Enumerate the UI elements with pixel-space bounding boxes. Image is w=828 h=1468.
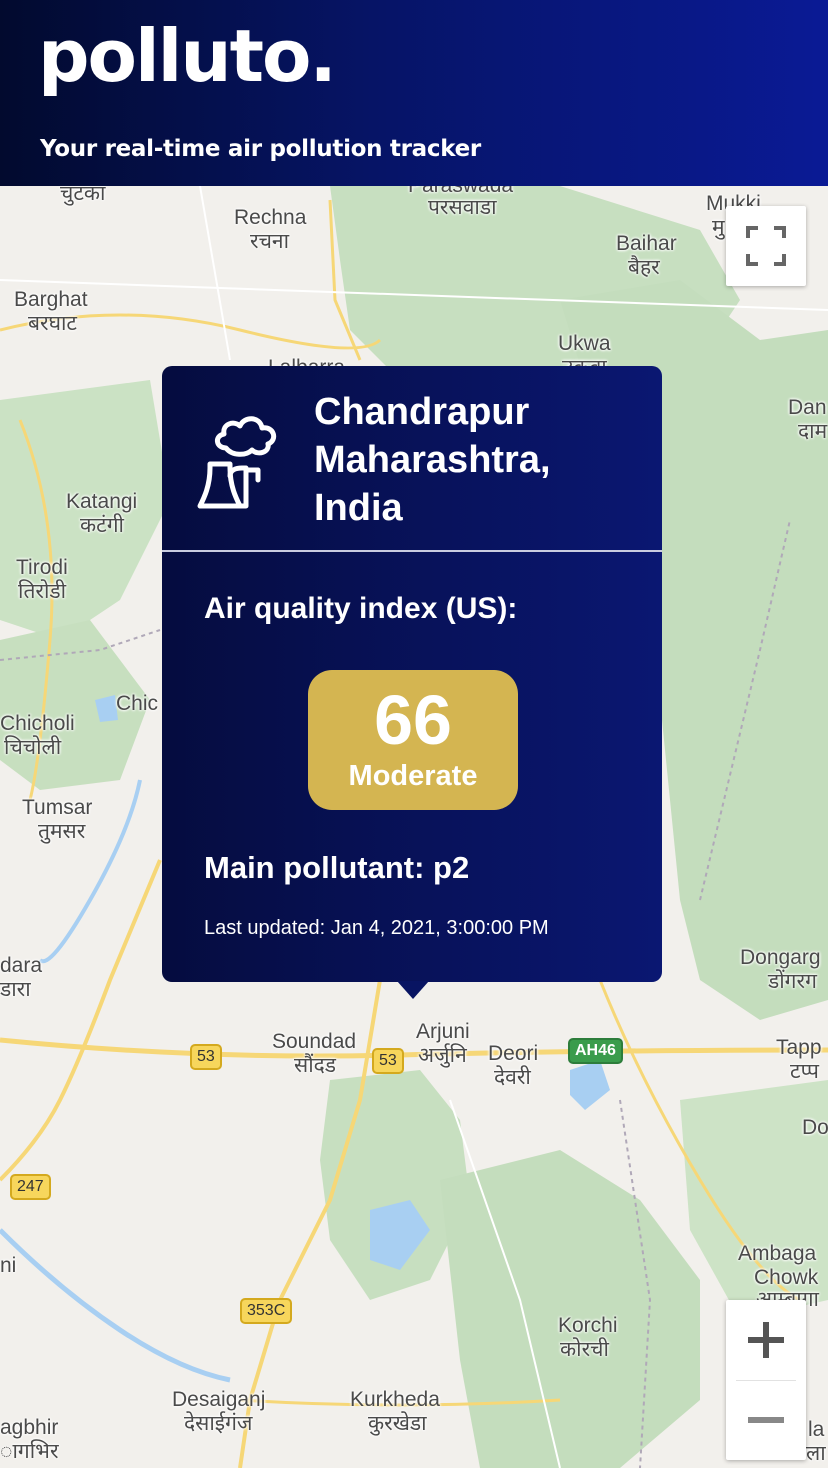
aqi-label: Air quality index (US): <box>204 592 518 625</box>
fullscreen-button[interactable] <box>726 206 806 286</box>
main-pollutant: Main pollutant: p2 <box>204 850 470 885</box>
map-label: कुरखेडा <box>368 1412 427 1435</box>
popup-pointer <box>397 981 429 999</box>
map-label: देसाईगंज <box>184 1412 253 1435</box>
zoom-out-button[interactable] <box>726 1381 806 1461</box>
map-label: ला <box>806 1442 826 1465</box>
minus-icon <box>748 1417 784 1424</box>
map-label: रचना <box>250 230 290 253</box>
city-line: Chandrapur <box>314 391 530 433</box>
map-label: Tirodi <box>16 556 68 579</box>
map-label: Korchi <box>558 1314 618 1337</box>
zoom-in-button[interactable] <box>726 1300 806 1380</box>
map-label: Tumsar <box>22 796 93 819</box>
map-label: Baihar <box>616 232 677 255</box>
map-label: देवरी <box>494 1066 531 1089</box>
plus-icon <box>748 1321 784 1358</box>
map-label: बरघाट <box>28 312 78 335</box>
road-shield: 247 <box>10 1174 51 1200</box>
road-shield: 53 <box>372 1048 404 1074</box>
app-header: polluto. Your real-time air pollution tr… <box>0 0 828 186</box>
map-label: Katangi <box>66 490 138 513</box>
city-name: Chandrapur Maharashtra, India <box>314 388 644 532</box>
map-label: Ukwa <box>558 332 611 355</box>
map-label: दाम <box>798 420 828 443</box>
map-label: Chowk <box>754 1266 819 1289</box>
map-label: बैहर <box>628 256 660 279</box>
map-label: Kurkheda <box>350 1388 440 1411</box>
map-label: डारा <box>0 978 31 1001</box>
map-label: Ambaga <box>738 1242 817 1265</box>
map-label: Dan <box>788 396 827 419</box>
zoom-control <box>726 1300 806 1460</box>
aqi-badge: 66 Moderate <box>308 670 518 810</box>
fullscreen-icon <box>746 226 786 266</box>
map-label: मु <box>712 216 725 239</box>
map-label: Soundad <box>272 1030 357 1053</box>
popup-divider <box>162 550 662 552</box>
map-label: Deori <box>488 1042 539 1065</box>
map-label: टप्प <box>790 1060 819 1083</box>
map-label: सौंदड <box>294 1054 337 1077</box>
map-label: डोंगरग <box>768 970 817 993</box>
map-label: Desaiganj <box>172 1388 266 1411</box>
map-label: Chicholi <box>0 712 75 735</box>
app-logo: polluto. <box>38 14 337 98</box>
city-info-popup: Chandrapur Maharashtra, India Air qualit… <box>162 366 662 982</box>
map-label: Rechna <box>234 206 307 229</box>
map-label: तिरोडी <box>18 580 67 603</box>
map-label: ni <box>0 1254 17 1277</box>
factory-icon <box>197 416 277 509</box>
map-label: Chic <box>116 692 159 715</box>
city-line: India <box>314 487 403 529</box>
map-label: Do <box>802 1116 828 1139</box>
map-label: चुटका <box>60 186 106 205</box>
aqi-value: 66 <box>374 681 452 759</box>
map-label: Barghat <box>14 288 88 311</box>
map-label: कोरची <box>560 1338 609 1361</box>
map-label: तुमसर <box>38 820 86 843</box>
app-tagline: Your real-time air pollution tracker <box>40 136 481 162</box>
map-label: Tapp <box>776 1036 822 1059</box>
map-label: परसवाडा <box>428 196 497 219</box>
map-label: ागभिर <box>0 1440 59 1463</box>
map-label: la <box>808 1418 825 1441</box>
map-label: चिचोली <box>4 736 62 759</box>
road-shield: 53 <box>190 1044 222 1070</box>
map-label: Dongarg <box>740 946 821 969</box>
map-label: agbhir <box>0 1416 59 1439</box>
city-line: Maharashtra, <box>314 439 551 481</box>
road-shield: AH46 <box>568 1038 623 1064</box>
aqi-status: Moderate <box>348 760 478 792</box>
map-label: dara <box>0 954 43 977</box>
map-label: Arjuni <box>416 1020 470 1043</box>
road-shield: 353C <box>240 1298 293 1324</box>
map-label: अर्जुनि <box>418 1044 467 1067</box>
map-label: कटंगी <box>80 514 124 537</box>
last-updated: Last updated: Jan 4, 2021, 3:00:00 PM <box>204 917 549 939</box>
